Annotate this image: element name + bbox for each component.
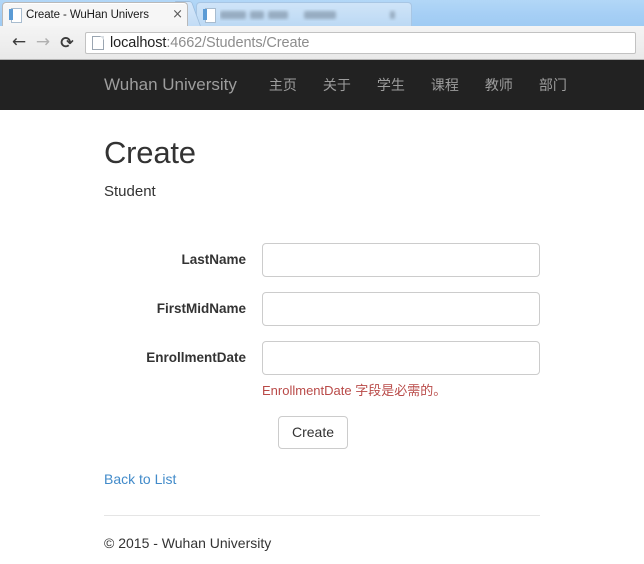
form-actions-spacer [104,416,278,450]
back-to-list-wrapper: Back to List [104,471,540,489]
page-footer: © 2015 - Wuhan University [104,515,540,551]
site-nav-links: 主页 关于 学生 课程 教师 部门 [269,75,567,95]
control-firstmidname [262,292,540,327]
form-actions: Create [104,415,540,450]
lastname-input[interactable] [262,243,540,278]
control-enrollmentdate: EnrollmentDate 字段是必需的。 [262,341,540,401]
url-path: :4662/Students/Create [166,34,310,51]
label-lastname: LastName [181,252,246,268]
browser-tab-active[interactable]: Create - WuHan Univers × [2,2,188,26]
nav-item-departments[interactable]: 部门 [539,75,567,95]
nav-item-home[interactable]: 主页 [269,75,297,95]
nav-item-instructors[interactable]: 教师 [485,75,513,95]
tab-title: Create - WuHan Univers [26,8,149,21]
page-title: Create [104,135,196,170]
label-firstmidname: FirstMidName [156,301,246,317]
tab-strip: Create - WuHan Univers × [0,0,644,26]
page-container: Create Student LastName FirstMidName Enr… [0,135,644,551]
form-row-enrollmentdate: EnrollmentDate EnrollmentDate 字段是必需的。 [104,341,540,401]
url-host: localhost [110,34,167,51]
page-subtitle: Student [104,183,156,201]
browser-tab-inactive[interactable] [196,2,412,26]
site-brand[interactable]: Wuhan University [104,75,237,95]
page-viewport: Wuhan University 主页 关于 学生 课程 教师 部门 Creat… [0,60,644,564]
firstmidname-input[interactable] [262,292,540,327]
create-student-form: LastName FirstMidName EnrollmentDate Enr… [104,243,540,450]
nav-item-students[interactable]: 学生 [377,75,405,95]
forward-arrow-icon[interactable]: → [32,34,54,51]
page-favicon-icon [203,7,216,23]
back-to-list-link[interactable]: Back to List [104,471,176,487]
close-icon[interactable]: × [172,8,183,21]
page-favicon-icon [9,7,22,23]
enrollmentdate-input[interactable] [262,341,540,376]
create-submit-button[interactable]: Create [278,415,349,450]
footer-copyright: © 2015 - Wuhan University [104,535,272,552]
nav-item-courses[interactable]: 课程 [431,75,459,95]
page-document-icon [92,35,104,50]
reload-icon[interactable]: ⟳ [56,34,78,51]
site-navbar: Wuhan University 主页 关于 学生 课程 教师 部门 [0,60,644,110]
form-row-lastname: LastName [104,243,540,278]
enrollmentdate-validation-message: EnrollmentDate 字段是必需的。 [262,383,447,399]
label-enrollmentdate: EnrollmentDate [146,350,246,366]
address-bar[interactable]: localhost:4662/Students/Create [85,31,636,54]
back-arrow-icon[interactable]: ← [8,34,30,51]
address-bar-url: localhost:4662/Students/Create [110,35,309,51]
control-lastname [262,243,540,278]
form-row-firstmidname: FirstMidName [104,292,540,327]
browser-toolbar: ← → ⟳ localhost:4662/Students/Create [0,26,644,60]
tab-title-redacted [220,9,405,21]
nav-item-about[interactable]: 关于 [323,75,351,95]
browser-window: Create - WuHan Univers × ← → ⟳ localhost… [0,0,644,564]
